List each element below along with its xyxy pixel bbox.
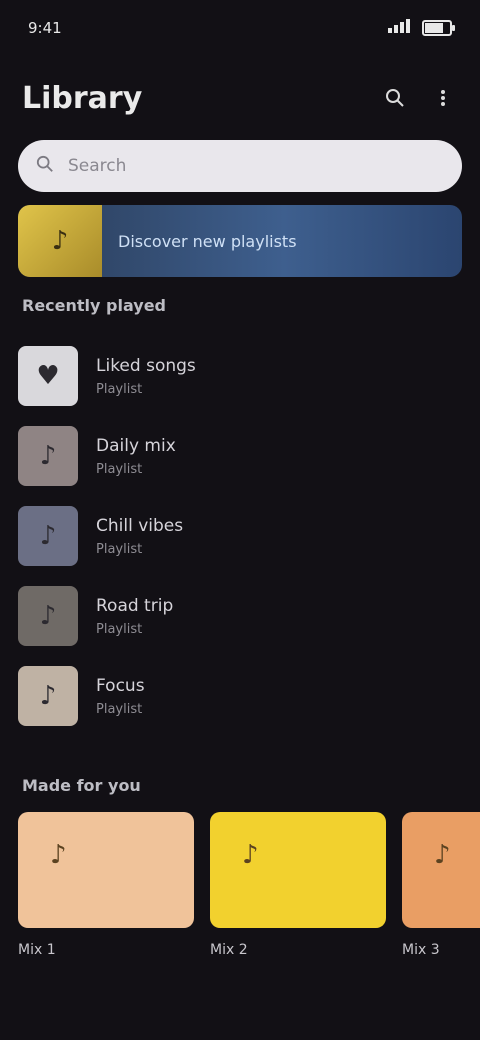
mix-card-title: Mix 2	[210, 942, 248, 958]
mix-card-title: Mix 3	[402, 942, 440, 958]
mix-card[interactable]: ♪	[402, 812, 480, 928]
mix-card-title: Mix 1	[18, 942, 56, 958]
search-icon	[36, 155, 54, 177]
menu-icon[interactable]	[428, 83, 458, 113]
list-item-thumbnail: ♪	[18, 586, 78, 646]
music-icon: ♪	[39, 601, 57, 631]
list-item-subtitle: Playlist	[96, 381, 143, 397]
list-item-title: Liked songs	[96, 355, 196, 376]
mix-card[interactable]: ♪	[18, 812, 194, 928]
search-icon[interactable]	[380, 83, 410, 113]
header-actions	[380, 83, 458, 113]
section-title-featured: Made for you	[22, 776, 141, 795]
featured-card-labels: Mix 1 Mix 2 Mix 3	[18, 942, 480, 958]
list-item-title: Daily mix	[96, 435, 176, 456]
heart-icon: ♥	[36, 361, 60, 391]
banner-thumbnail: ♪	[18, 205, 102, 277]
list-item[interactable]: ♪ Daily mix Playlist	[18, 416, 462, 496]
status-time: 9:41	[28, 19, 62, 37]
status-bar: 9:41	[0, 0, 480, 56]
search-input[interactable]	[66, 155, 444, 177]
list-item-title: Chill vibes	[96, 515, 184, 536]
battery-icon	[422, 20, 455, 36]
list-item[interactable]: ♪ Chill vibes Playlist	[18, 496, 462, 576]
featured-cards: ♪ ♪ ♪	[18, 812, 480, 932]
music-icon: ♪	[39, 521, 57, 551]
signal-icon	[388, 19, 412, 37]
list-item-subtitle: Playlist	[96, 541, 143, 557]
music-icon: ♪	[39, 441, 57, 471]
banner-text: Discover new playlists	[118, 231, 297, 251]
page-title: Library	[22, 80, 143, 116]
music-icon: ♪	[39, 681, 57, 711]
list-item-thumbnail: ♪	[18, 666, 78, 726]
music-icon: ♪	[51, 226, 69, 256]
list-item-thumbnail: ♪	[18, 506, 78, 566]
list-item-subtitle: Playlist	[96, 461, 143, 477]
list-item-subtitle: Playlist	[96, 621, 143, 637]
music-icon: ♪	[242, 840, 259, 870]
list-item-title: Focus	[96, 675, 145, 696]
list-item-title: Road trip	[96, 595, 174, 616]
status-icons	[388, 19, 455, 37]
list-item[interactable]: ♥ Liked songs Playlist	[18, 336, 462, 416]
promo-banner[interactable]: ♪ Discover new playlists	[18, 205, 462, 277]
list-item-subtitle: Playlist	[96, 701, 143, 717]
section-title-recent: Recently played	[22, 296, 167, 315]
list-item[interactable]: ♪ Road trip Playlist	[18, 576, 462, 656]
list-item-thumbnail: ♥	[18, 346, 78, 406]
music-icon: ♪	[434, 840, 451, 870]
list-item[interactable]: ♪ Focus Playlist	[18, 656, 462, 736]
header: Library	[0, 70, 480, 126]
mix-card[interactable]: ♪	[210, 812, 386, 928]
search-bar[interactable]	[18, 140, 462, 192]
recent-list: ♥ Liked songs Playlist ♪ Daily mix Playlis…	[18, 336, 462, 736]
music-icon: ♪	[50, 840, 67, 870]
list-item-thumbnail: ♪	[18, 426, 78, 486]
